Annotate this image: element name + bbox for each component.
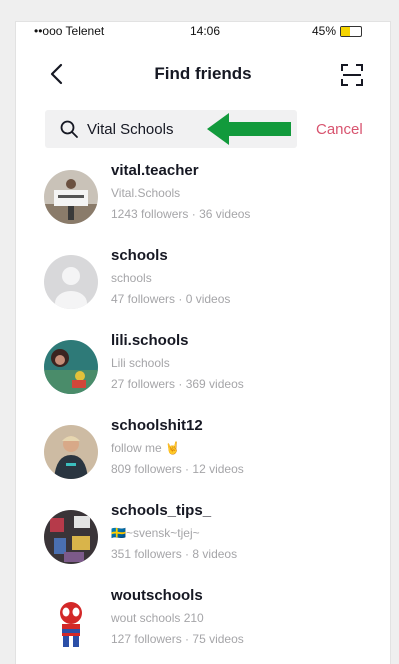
- stats: 47 followers · 0 videos: [111, 292, 231, 306]
- search-icon: [60, 120, 78, 138]
- result-row[interactable]: schools schools 47 followers · 0 videos: [16, 247, 390, 332]
- search-results: vital.teacher Vital.Schools 1243 followe…: [16, 162, 390, 664]
- follower-count: 809 followers: [111, 462, 182, 476]
- stats: 351 followers · 8 videos: [111, 547, 238, 561]
- cancel-button[interactable]: Cancel: [316, 121, 363, 138]
- follower-count: 47 followers: [111, 292, 176, 306]
- green-arrow-annotation: [207, 113, 291, 145]
- search-input[interactable]: Vital Schools: [87, 121, 173, 138]
- video-count: 0 videos: [185, 292, 231, 306]
- result-row[interactable]: schools_tips_ 🇸🇪~svensk~tjej~ 351 follow…: [16, 502, 390, 587]
- stats: 127 followers · 75 videos: [111, 632, 244, 646]
- top-bar: Find friends: [16, 52, 390, 96]
- result-row[interactable]: lili.schools Lili schools 27 followers ·…: [16, 332, 390, 417]
- stats: 809 followers · 12 videos: [111, 462, 244, 476]
- page-title: Find friends: [154, 64, 252, 83]
- follower-count: 27 followers: [111, 377, 176, 391]
- display-name: 🇸🇪~svensk~tjej~: [111, 526, 200, 540]
- clock: 14:06: [190, 24, 221, 38]
- username: vital.teacher: [111, 162, 199, 179]
- stats: 1243 followers · 36 videos: [111, 207, 251, 221]
- phone-screen: ••ooo Telenet 14:06 45% Find friends Vit…: [16, 22, 390, 664]
- video-count: 75 videos: [192, 632, 244, 646]
- video-count: 8 videos: [192, 547, 238, 561]
- display-name: schools: [111, 271, 152, 285]
- battery-icon: [340, 25, 363, 37]
- video-count: 12 videos: [192, 462, 244, 476]
- avatar[interactable]: [44, 340, 98, 394]
- username: schoolshit12: [111, 417, 203, 434]
- status-bar: ••ooo Telenet 14:06 45%: [16, 22, 390, 42]
- stats: 27 followers · 369 videos: [111, 377, 244, 391]
- username: schools: [111, 247, 168, 264]
- video-count: 36 videos: [199, 207, 251, 221]
- display-name: Vital.Schools: [111, 186, 181, 200]
- scan-qr-icon: [341, 64, 363, 86]
- follower-count: 127 followers: [111, 632, 182, 646]
- battery-indicator: 45%: [312, 24, 363, 38]
- result-row[interactable]: woutschools wout schools 210 127 followe…: [16, 587, 390, 664]
- scan-button[interactable]: [339, 62, 365, 88]
- username: schools_tips_: [111, 502, 212, 519]
- display-name: follow me 🤘: [111, 441, 180, 455]
- username: lili.schools: [111, 332, 189, 349]
- avatar[interactable]: [44, 170, 98, 224]
- display-name: Lili schools: [111, 356, 170, 370]
- follower-count: 1243 followers: [111, 207, 189, 221]
- video-count: 369 videos: [185, 377, 244, 391]
- avatar[interactable]: [44, 425, 98, 479]
- follower-count: 351 followers: [111, 547, 182, 561]
- avatar[interactable]: [44, 255, 98, 309]
- avatar[interactable]: [44, 510, 98, 564]
- battery-percent: 45%: [312, 24, 337, 38]
- result-row[interactable]: schoolshit12 follow me 🤘 809 followers ·…: [16, 417, 390, 502]
- avatar[interactable]: [44, 595, 98, 649]
- username: woutschools: [111, 587, 203, 604]
- carrier-label: ••ooo Telenet: [34, 24, 105, 38]
- result-row[interactable]: vital.teacher Vital.Schools 1243 followe…: [16, 162, 390, 247]
- display-name: wout schools 210: [111, 611, 204, 625]
